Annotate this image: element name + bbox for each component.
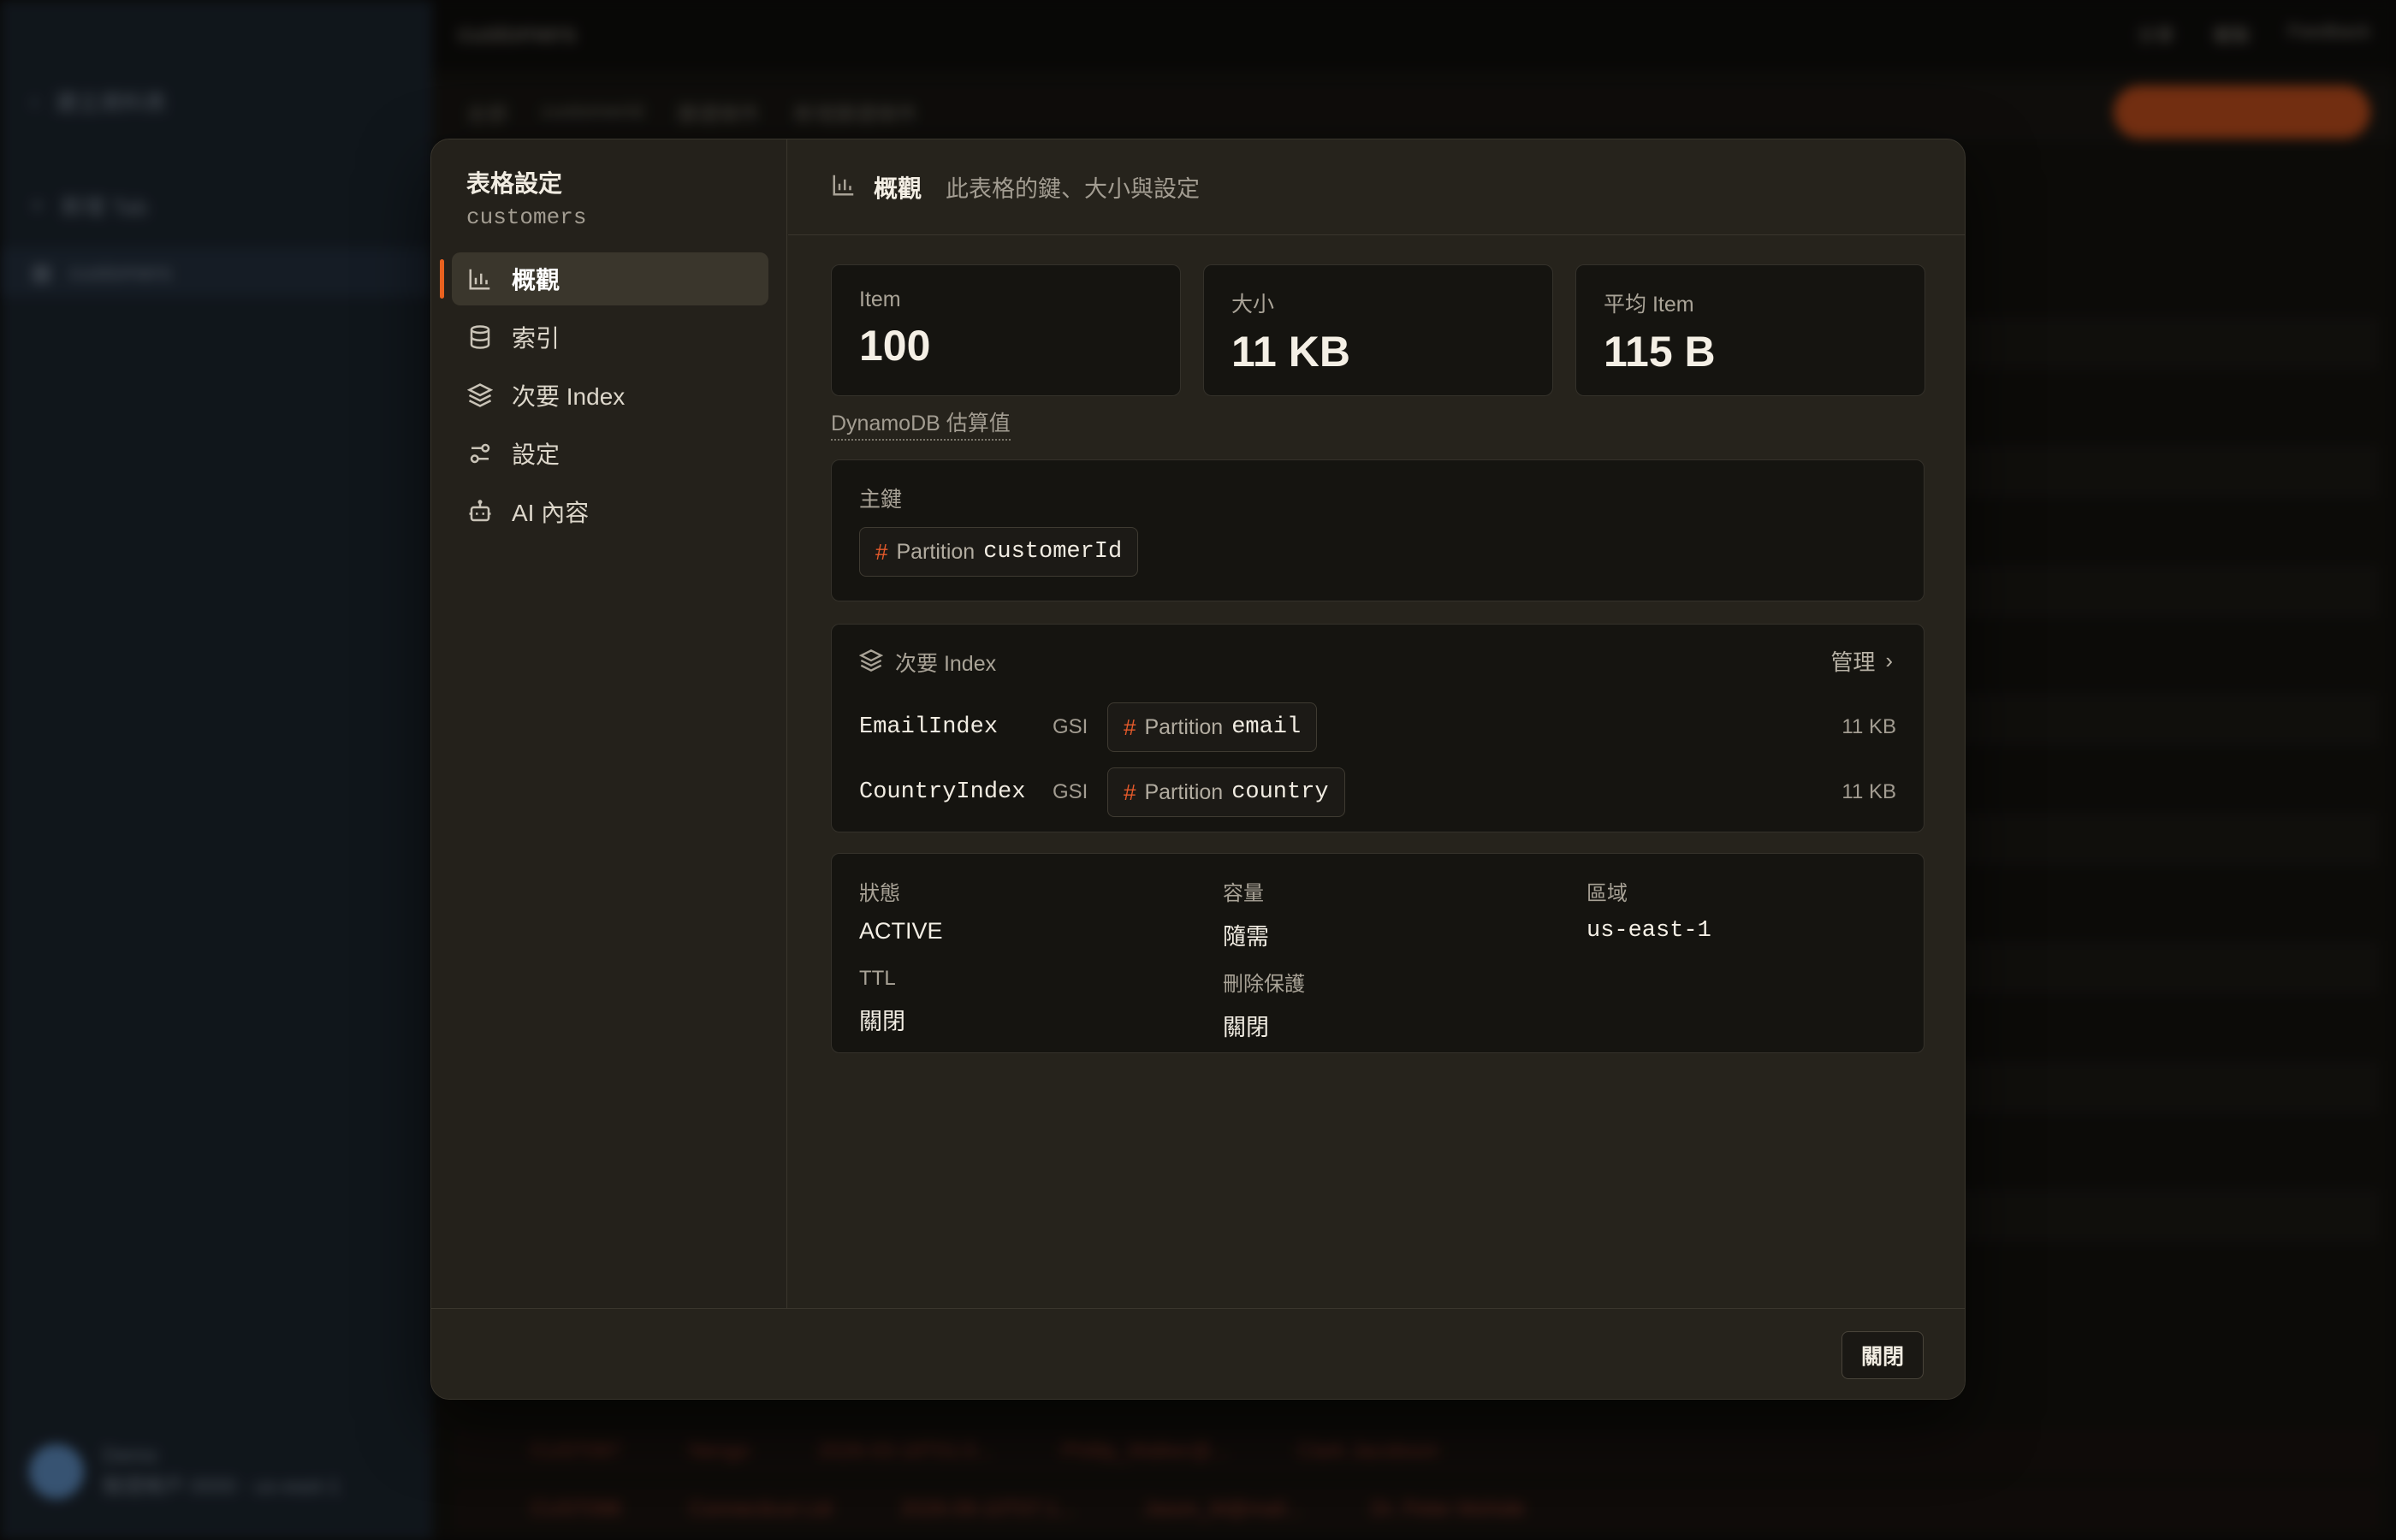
database-icon [467, 324, 493, 350]
partition-key-chip: # Partition email [1107, 702, 1318, 752]
partition-key-chip: # Partition country [1107, 767, 1345, 817]
panel-header: 概觀 此表格的鍵、大小與設定 [788, 139, 1965, 235]
capacity-field: 容量 隨需 [1223, 882, 1269, 950]
region-field: 區域 us-east-1 [1586, 882, 1711, 944]
status-field: 狀態 ACTIVE [859, 882, 943, 944]
modal-title: 表格設定 [466, 170, 563, 197]
nav-item-secondary-index[interactable]: 次要 Index [452, 369, 768, 422]
deletion-protection-field: 刪除保護 關閉 [1223, 973, 1305, 1040]
secondary-index-header: 次要 Index [858, 647, 996, 678]
chevron-right-icon: › [1885, 648, 1893, 673]
hash-icon: # [1124, 779, 1136, 805]
manage-index-link[interactable]: 管理 › [1830, 645, 1893, 677]
table-details-card: 狀態 ACTIVE 容量 隨需 區域 us-east-1 TTL 關閉 刪除保護… [831, 853, 1925, 1053]
nav-item-settings[interactable]: 設定 [452, 427, 768, 480]
panel-subtitle: 此表格的鍵、大小與設定 [946, 176, 1201, 202]
close-button[interactable]: 關閉 [1841, 1331, 1924, 1379]
partition-key-chip: # Partition customerId [859, 527, 1139, 577]
panel-title: 概觀 [874, 175, 922, 202]
modal-sidebar: 表格設定 customers 概觀 索引 次要 Index 設定 AI 內容 [431, 139, 787, 1310]
layers-icon [858, 649, 884, 677]
nav-item-ai-content[interactable]: AI 內容 [452, 485, 768, 538]
hash-icon: # [1124, 714, 1136, 740]
layers-icon [467, 382, 493, 408]
bar-chart-icon [467, 266, 493, 292]
stat-item-count: Item 100 [831, 264, 1181, 396]
status-badge: ACTIVE [859, 918, 943, 944]
estimate-note[interactable]: DynamoDB 估算值 [831, 406, 1011, 441]
stat-average-item: 平均 Item 115 B [1575, 264, 1925, 396]
modal-footer: 關閉 [431, 1308, 1965, 1399]
secondary-index-card: 次要 Index 管理 › EmailIndex GSI # Partition… [831, 624, 1925, 832]
index-row-country[interactable]: CountryIndex GSI # Partition country 11 … [859, 767, 1896, 818]
settings-nav: 概觀 索引 次要 Index 設定 AI 內容 [440, 252, 768, 543]
primary-key-card: 主鍵 # Partition customerId [831, 459, 1925, 601]
stats-row: Item 100 大小 11 KB 平均 Item 115 B [831, 264, 1925, 396]
nav-item-index[interactable]: 索引 [452, 311, 768, 364]
stat-size: 大小 11 KB [1203, 264, 1553, 396]
ttl-field: TTL 關閉 [859, 967, 905, 1034]
overview-panel: 概觀 此表格的鍵、大小與設定 Item 100 大小 11 KB 平均 Item… [788, 139, 1965, 1310]
bar-chart-icon [831, 172, 857, 202]
hash-icon: # [875, 538, 888, 565]
nav-item-overview[interactable]: 概觀 [440, 252, 768, 305]
sliders-icon [467, 441, 493, 466]
primary-key-label: 主鍵 [859, 488, 903, 512]
table-name: customers [466, 204, 587, 230]
bot-icon [467, 499, 493, 524]
index-row-email[interactable]: EmailIndex GSI # Partition email 11 KB [859, 702, 1896, 753]
table-settings-modal: 表格設定 customers 概觀 索引 次要 Index 設定 AI 內容 概… [430, 139, 1966, 1400]
